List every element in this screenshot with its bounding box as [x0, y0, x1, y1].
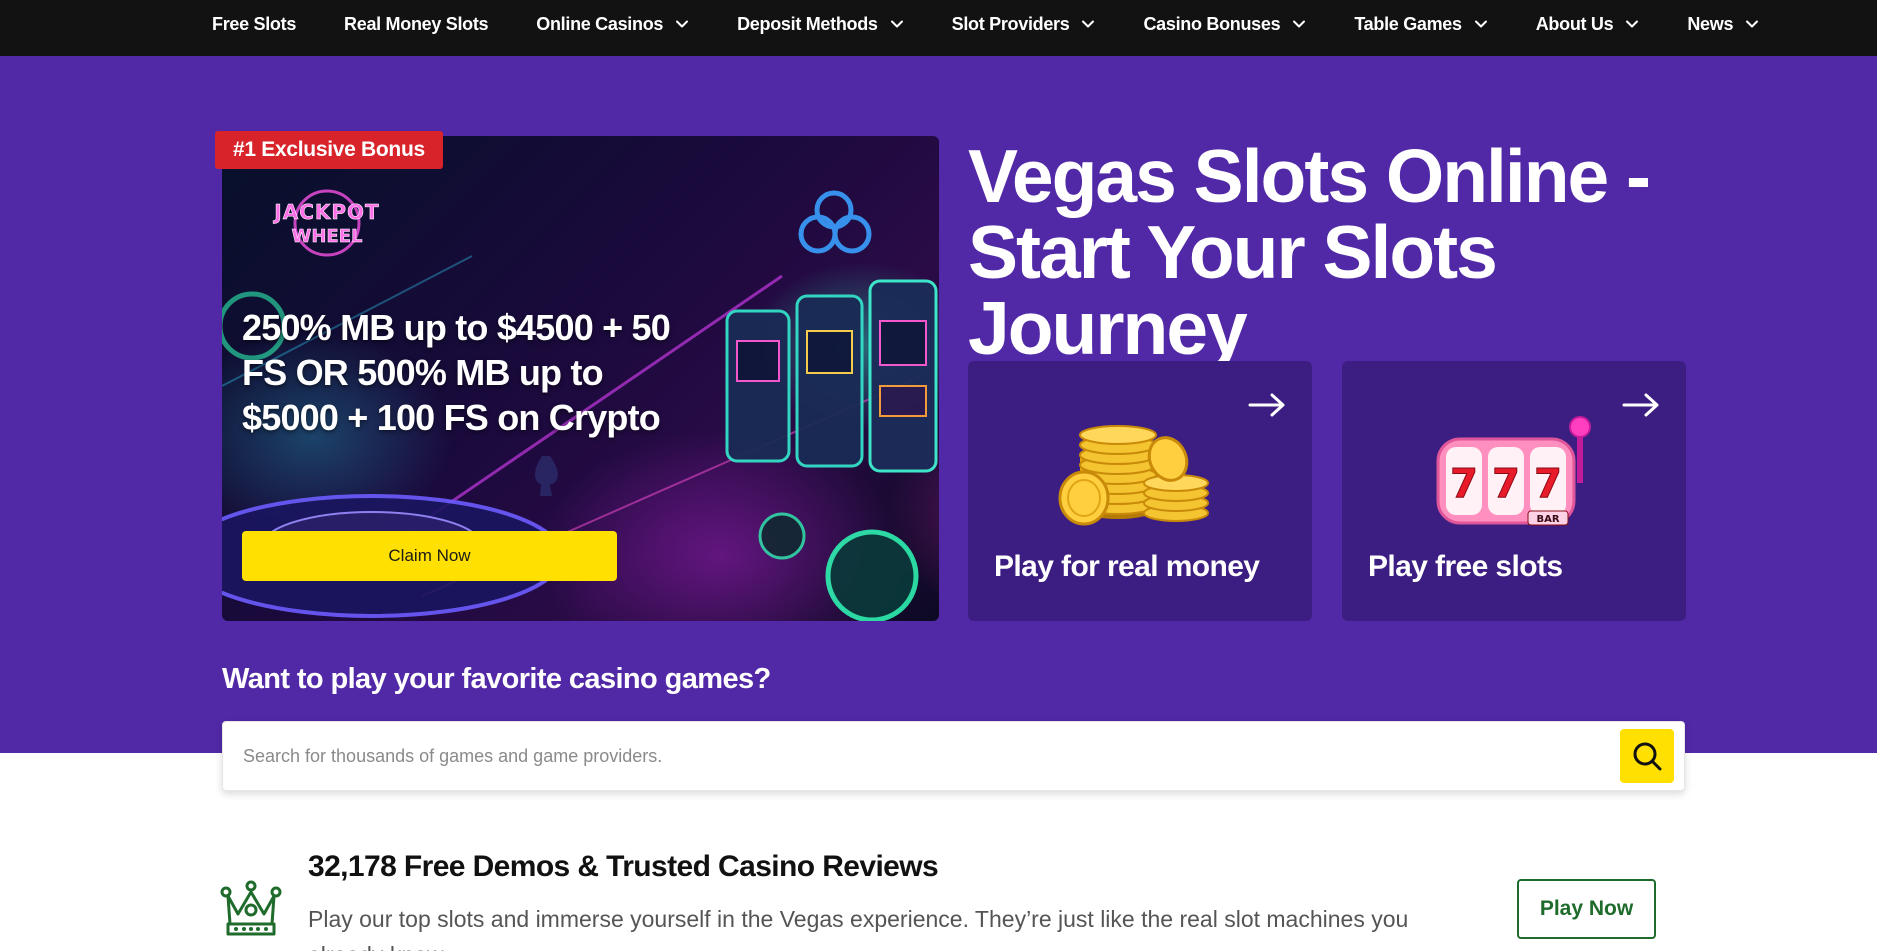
- nav-item-casino-bonuses[interactable]: Casino Bonuses: [1143, 14, 1306, 35]
- nav-item-label: Slot Providers: [951, 13, 1070, 34]
- nav-item-slot-providers[interactable]: Slot Providers: [952, 14, 1096, 35]
- page-title: Vegas Slots Online - Start Your Slots Jo…: [968, 134, 1651, 370]
- chevron-down-icon: [1745, 17, 1759, 31]
- arrow-right-icon: [1248, 393, 1285, 417]
- play-real-money-tile[interactable]: Play for real money: [968, 361, 1312, 621]
- svg-text:JACKPOT: JACKPOT: [272, 200, 379, 224]
- chevron-down-icon: [890, 17, 904, 31]
- nav-item-label: About Us: [1535, 13, 1614, 34]
- arrow-right-icon: [1622, 393, 1659, 417]
- chevron-down-icon: [675, 17, 689, 31]
- play-free-slots-label: Play free slots: [1368, 550, 1563, 583]
- coins-icon: [1058, 425, 1209, 526]
- claim-now-button[interactable]: Claim Now: [242, 531, 617, 581]
- chevron-down-icon: [1625, 17, 1639, 31]
- jackpot-wheel-logo: JACKPOT WHEEL: [272, 189, 379, 257]
- nav-item-news[interactable]: News: [1687, 14, 1759, 35]
- nav-item-label: Table Games: [1354, 13, 1462, 34]
- exclusive-bonus-badge: #1 Exclusive Bonus: [215, 131, 443, 169]
- svg-text:7: 7: [1450, 461, 1478, 507]
- search-input[interactable]: [243, 722, 1573, 790]
- search-bar: [222, 721, 1685, 791]
- nav-item-label: News: [1687, 13, 1734, 34]
- chevron-down-icon: [1474, 17, 1488, 31]
- nav-item-label: Casino Bonuses: [1143, 13, 1281, 34]
- nav-item-online-casinos[interactable]: Online Casinos: [536, 14, 689, 35]
- nav-list: Free Slots Real Money Slots Online Casinos…: [212, 0, 1807, 48]
- svg-text:7: 7: [1534, 461, 1562, 507]
- nav-item-label: Free Slots: [212, 13, 297, 34]
- nav-item-label: Deposit Methods: [737, 13, 878, 34]
- play-real-money-label: Play for real money: [994, 550, 1260, 583]
- play-now-button[interactable]: Play Now: [1517, 879, 1656, 939]
- search-icon: [1633, 742, 1662, 771]
- crown-icon: [220, 880, 282, 936]
- nav-item-deposit-methods[interactable]: Deposit Methods: [737, 14, 904, 35]
- chevron-down-icon: [1081, 17, 1095, 31]
- nav-item-about-us[interactable]: About Us: [1536, 14, 1640, 35]
- demos-reviews-title: 32,178 Free Demos & Trusted Casino Revie…: [308, 850, 939, 883]
- bonus-offer-text: 250% MB up to $4500 + 50 FS OR 500% MB u…: [242, 307, 671, 438]
- svg-text:WHEEL: WHEEL: [292, 226, 363, 247]
- nav-item-real-money-slots[interactable]: Real Money Slots: [344, 13, 489, 35]
- nav-item-table-games[interactable]: Table Games: [1354, 14, 1487, 35]
- search-heading: Want to play your favorite casino games?: [222, 663, 771, 695]
- svg-text:7: 7: [1492, 461, 1520, 507]
- nav-item-label: Real Money Slots: [344, 13, 489, 34]
- slot-machine-icon: 7 7 7 BAR: [1436, 416, 1591, 526]
- svg-text:BAR: BAR: [1536, 514, 1559, 525]
- demos-reviews-description: Play our top slots and immerse yourself …: [308, 906, 1409, 951]
- chevron-down-icon: [1292, 17, 1306, 31]
- nav-item-label: Online Casinos: [536, 13, 664, 34]
- play-free-slots-tile[interactable]: 7 7 7 BAR Play free slots: [1342, 361, 1686, 621]
- search-button[interactable]: [1620, 729, 1674, 783]
- nav-item-free-slots[interactable]: Free Slots: [212, 14, 296, 35]
- top-navigation: Free Slots Real Money Slots Online Casinos…: [0, 0, 1877, 56]
